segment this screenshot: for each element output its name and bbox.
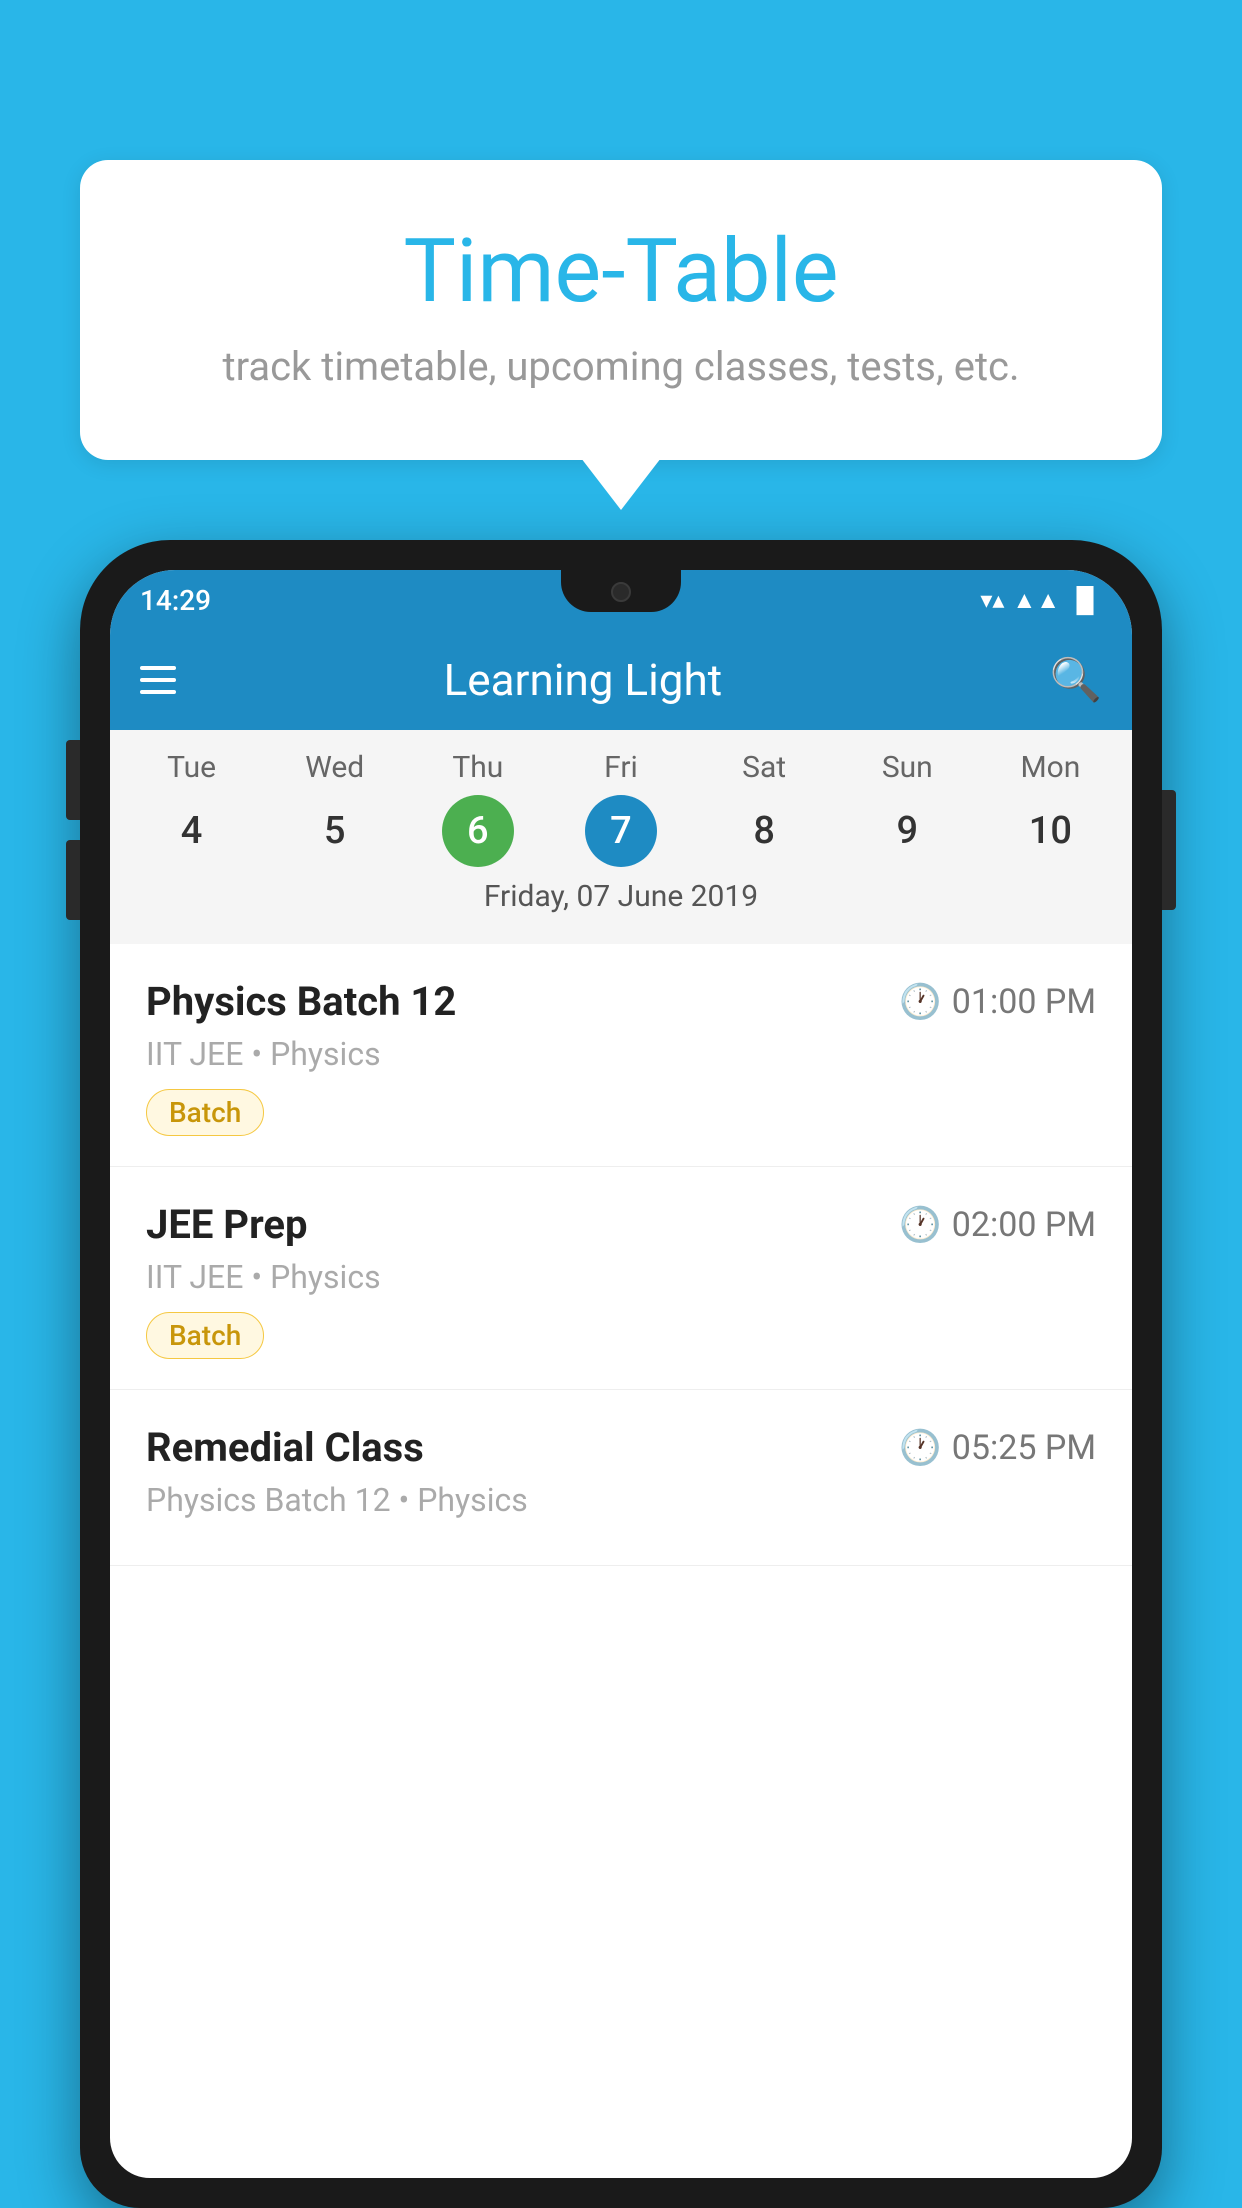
calendar-day-9[interactable]: Sun 9: [836, 750, 979, 867]
hamburger-line-2: [140, 678, 176, 682]
app-title: Learning Light: [206, 654, 960, 706]
day-name: Fri: [604, 750, 638, 785]
calendar-day-4[interactable]: Tue 4: [120, 750, 263, 867]
volume-up-button[interactable]: [66, 740, 80, 820]
app-bar: Learning Light 🔍: [110, 630, 1132, 730]
clock-icon: 🕐: [899, 1428, 941, 1468]
schedule-item-name: Physics Batch 12: [146, 978, 456, 1025]
schedule-item-time: 🕐 01:00 PM: [899, 982, 1096, 1022]
bubble-title: Time-Table: [140, 220, 1102, 323]
hamburger-line-1: [140, 666, 176, 670]
day-number[interactable]: 10: [1014, 795, 1086, 867]
day-number[interactable]: 6: [442, 795, 514, 867]
hamburger-line-3: [140, 690, 176, 694]
schedule-item-sub: IIT JEE • Physics: [146, 1258, 1096, 1296]
clock-icon: 🕐: [899, 982, 941, 1022]
batch-tag: Batch: [146, 1089, 264, 1136]
schedule-item-name: Remedial Class: [146, 1424, 424, 1471]
wifi-icon: ▾▴: [980, 586, 1004, 614]
schedule-item-name: JEE Prep: [146, 1201, 307, 1248]
schedule-item-sub: Physics Batch 12 • Physics: [146, 1481, 1096, 1519]
front-camera: [611, 582, 631, 602]
search-icon[interactable]: 🔍: [1050, 656, 1102, 705]
status-icons: ▾▴ ▲▲ ▐▌: [980, 586, 1102, 615]
schedule-item-top: Remedial Class 🕐 05:25 PM: [146, 1424, 1096, 1471]
day-number[interactable]: 7: [585, 795, 657, 867]
volume-down-button[interactable]: [66, 840, 80, 920]
day-name: Sat: [742, 750, 786, 785]
day-number[interactable]: 4: [156, 795, 228, 867]
calendar-day-6[interactable]: Thu 6: [406, 750, 549, 867]
schedule-item[interactable]: Remedial Class 🕐 05:25 PM Physics Batch …: [110, 1390, 1132, 1566]
selected-date-label: Friday, 07 June 2019: [110, 867, 1132, 934]
power-button[interactable]: [1162, 790, 1176, 910]
schedule-item-top: Physics Batch 12 🕐 01:00 PM: [146, 978, 1096, 1025]
status-time: 14:29: [140, 584, 211, 617]
week-days-row: Tue 4 Wed 5 Thu 6 Fri 7 Sat 8 Sun 9 Mon 10: [110, 750, 1132, 867]
schedule-item-top: JEE Prep 🕐 02:00 PM: [146, 1201, 1096, 1248]
batch-tag: Batch: [146, 1312, 264, 1359]
signal-icon: ▲▲: [1012, 586, 1060, 615]
calendar-header: Tue 4 Wed 5 Thu 6 Fri 7 Sat 8 Sun 9 Mon 10 Friday, 07…: [110, 730, 1132, 944]
day-name: Mon: [1020, 750, 1080, 785]
day-name: Tue: [167, 750, 216, 785]
battery-icon: ▐▌: [1068, 586, 1102, 615]
calendar-day-7[interactable]: Fri 7: [549, 750, 692, 867]
calendar-day-8[interactable]: Sat 8: [693, 750, 836, 867]
day-number[interactable]: 5: [299, 795, 371, 867]
day-name: Thu: [452, 750, 503, 785]
calendar-day-5[interactable]: Wed 5: [263, 750, 406, 867]
menu-button[interactable]: [140, 666, 176, 694]
day-name: Sun: [882, 750, 933, 785]
schedule-item-sub: IIT JEE • Physics: [146, 1035, 1096, 1073]
schedule-item-time: 🕐 02:00 PM: [899, 1205, 1096, 1245]
phone-outer: 14:29 ▾▴ ▲▲ ▐▌ Learning Light 🔍: [80, 540, 1162, 2208]
calendar-day-10[interactable]: Mon 10: [979, 750, 1122, 867]
day-number[interactable]: 8: [728, 795, 800, 867]
schedule-list: Physics Batch 12 🕐 01:00 PM IIT JEE • Ph…: [110, 944, 1132, 1566]
day-number[interactable]: 9: [871, 795, 943, 867]
speech-bubble: Time-Table track timetable, upcoming cla…: [80, 160, 1162, 460]
schedule-item[interactable]: JEE Prep 🕐 02:00 PM IIT JEE • Physics Ba…: [110, 1167, 1132, 1390]
day-name: Wed: [305, 750, 364, 785]
bubble-subtitle: track timetable, upcoming classes, tests…: [140, 343, 1102, 390]
schedule-item[interactable]: Physics Batch 12 🕐 01:00 PM IIT JEE • Ph…: [110, 944, 1132, 1167]
phone-screen: 14:29 ▾▴ ▲▲ ▐▌ Learning Light 🔍: [110, 570, 1132, 2178]
notch: [561, 570, 681, 612]
schedule-item-time: 🕐 05:25 PM: [899, 1428, 1096, 1468]
phone-container: 14:29 ▾▴ ▲▲ ▐▌ Learning Light 🔍: [80, 540, 1162, 2208]
clock-icon: 🕐: [899, 1205, 941, 1245]
